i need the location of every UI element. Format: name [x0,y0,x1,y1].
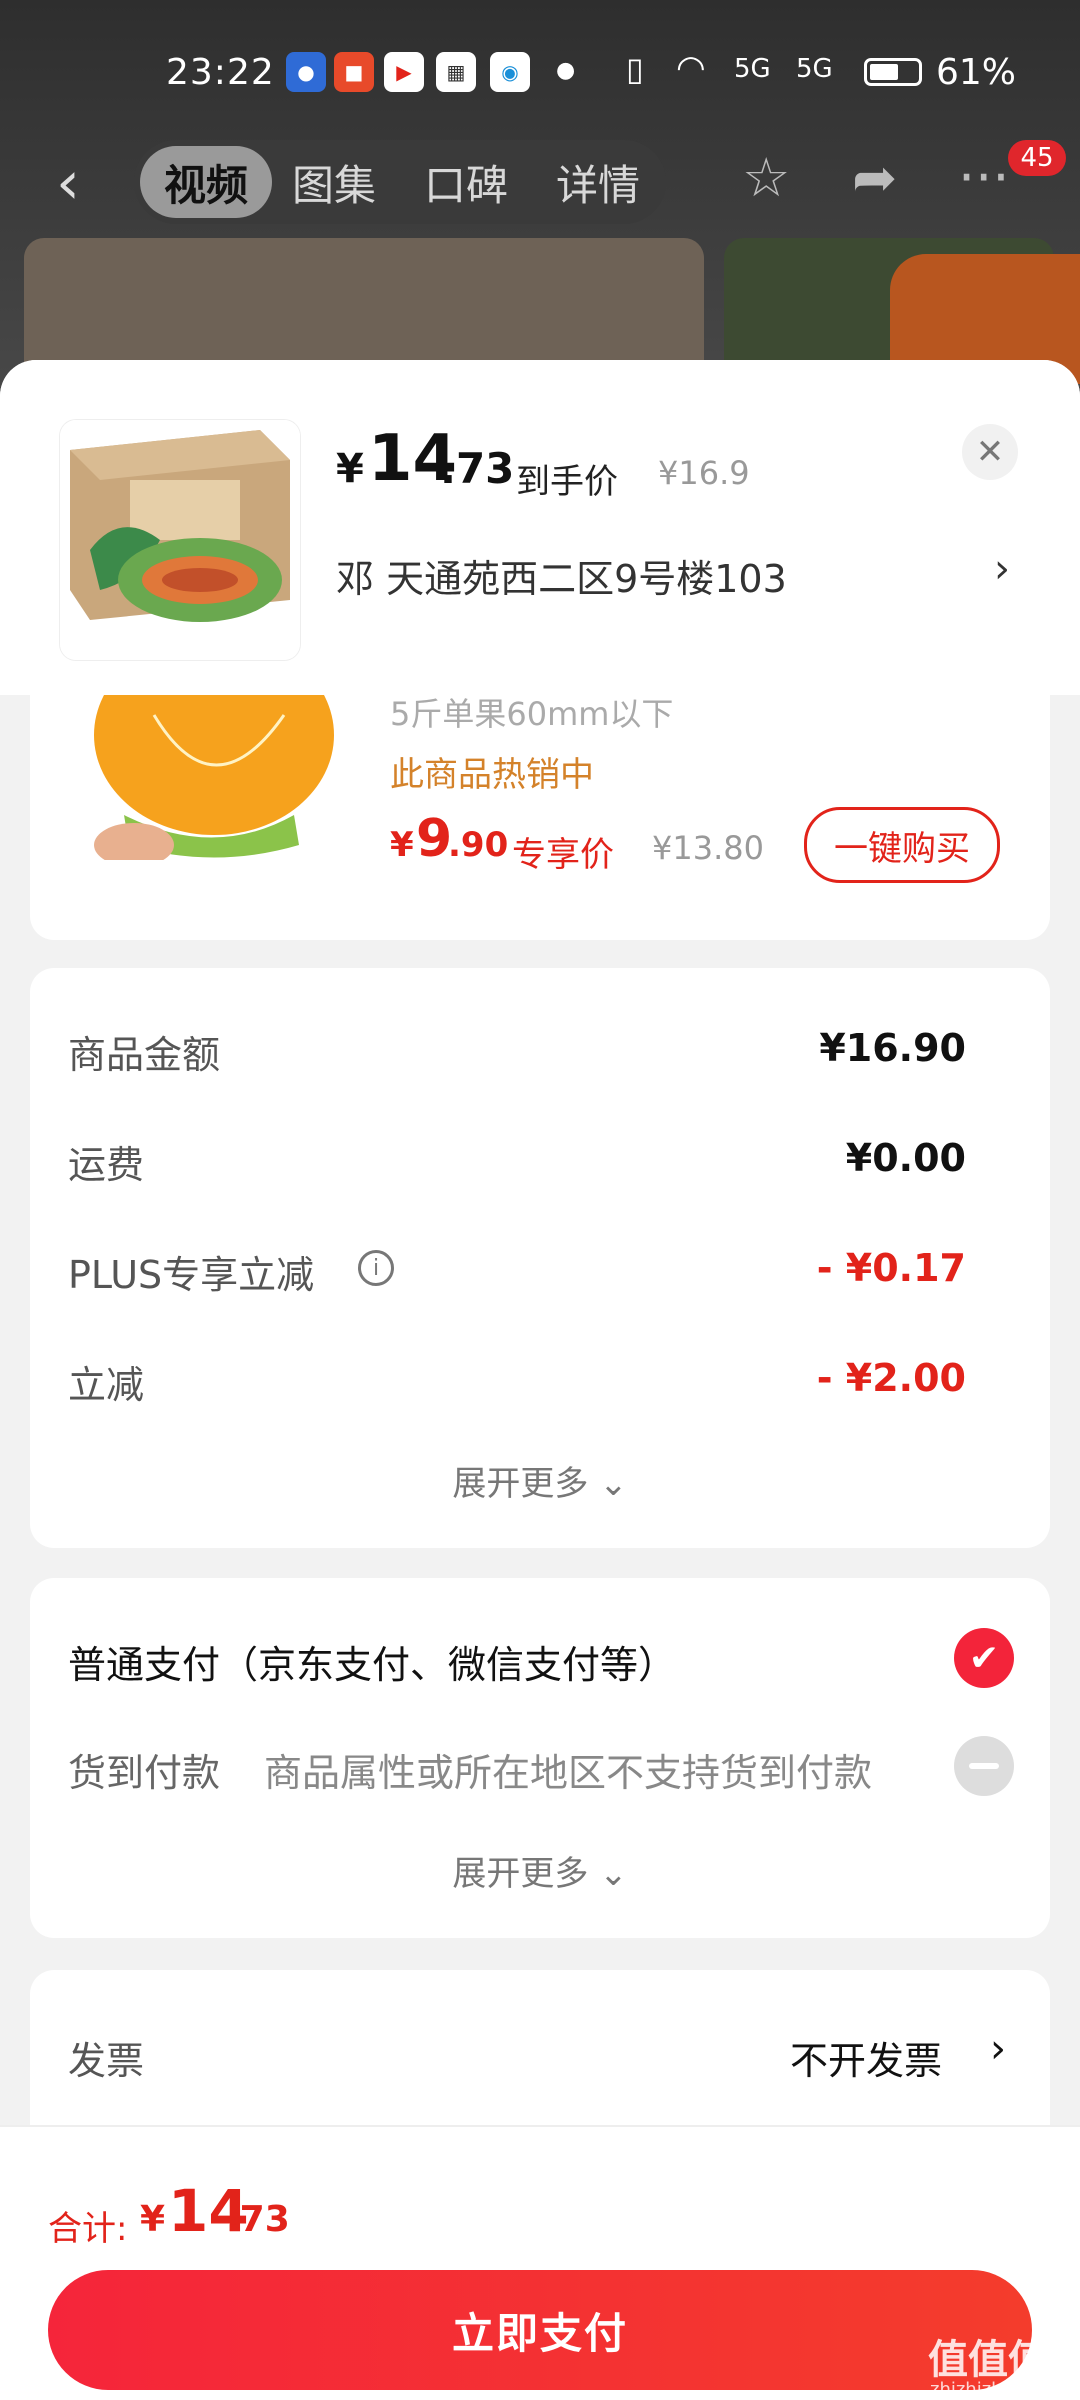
delivery-address[interactable]: 邓 天通苑西二区9号楼103 [336,548,787,603]
tab-details[interactable]: 详情 [556,140,640,224]
wifi-icon: ◠ [676,48,706,88]
expand-more-label: 展开更多 [452,1854,589,1894]
one-click-buy-button[interactable]: 一键购买 [804,807,1000,883]
plus-discount-label: PLUS专享立减 [68,1253,315,1297]
orange-product-image [84,695,354,860]
message-count-badge: 45 [1008,140,1066,176]
pay-now-button[interactable]: 立即支付 [48,2270,1032,2390]
rec-original-price: ¥13.80 [652,829,764,867]
product-spec-text: 5斤单果60mm以下 [390,695,674,733]
cod-unavailable-note: 商品属性或所在地区不支持货到付款 [264,1751,873,1795]
amount-summary-card: 商品金额 ¥16.90 运费 ¥0.00 PLUS专享立减 i - ¥0.17 … [30,968,1050,1548]
close-button[interactable]: ✕ [962,424,1018,480]
price-currency: ¥ [336,446,364,492]
share-icon[interactable]: ➦ [852,146,897,209]
vibrate-icon: ▯ [626,50,644,88]
total-currency: ¥ [140,2199,166,2240]
watermark-url: zhizhizhi.com [930,2379,1052,2400]
video-app-icon: ▶ [384,52,424,92]
status-time: 23:22 [166,52,275,93]
cod-payment-option: 货到付款 [68,1751,221,1795]
invoice-label: 发票 [68,2039,145,2083]
hot-sale-text: 此商品热销中 [390,755,594,795]
expand-more-payments[interactable]: 展开更多 ⌄ [30,1846,1050,1895]
expand-more-amounts[interactable]: 展开更多 ⌄ [30,1456,1050,1505]
watermark-logo: 值值值 [928,2337,1048,2383]
rec-price-currency: ¥ [390,825,414,865]
chevron-down-icon: ⌄ [599,1464,628,1504]
rec-price-dec: .90 [448,825,509,865]
plus-discount-value: - ¥0.17 [816,1246,966,1290]
payment-method-card: 普通支付（京东支付、微信支付等） ✔ 货到付款 商品属性或所在地区不支持货到付款… [30,1578,1050,1938]
price-decimal: .73 [440,444,515,493]
favorite-star-icon[interactable]: ☆ [742,146,790,209]
disabled-option-icon [954,1736,1014,1796]
product-thumbnail [60,420,300,660]
battery-percent: 61% [936,52,1017,93]
back-icon[interactable]: ‹ [56,148,80,218]
info-icon[interactable]: i [358,1250,394,1286]
signal-5g-1: 5G [734,54,771,84]
checkout-bottom-bar: 合计: ¥ 14 .73 立即支付 值值值 zhizhizhi.com [0,2125,1080,2400]
chevron-down-icon: ⌄ [599,1854,628,1894]
rec-price-int: 9 [416,809,453,869]
tab-gallery[interactable]: 图集 [292,140,376,224]
normal-payment-option[interactable]: 普通支付（京东支付、微信支付等） [68,1634,676,1689]
chevron-right-icon[interactable]: › [994,546,1010,592]
chevron-right-icon[interactable]: › [990,2026,1006,2072]
rec-price-label: 专享价 [512,835,614,875]
baidu-app-icon: ● [286,52,326,92]
instant-discount-value: - ¥2.00 [816,1356,966,1400]
more-notifications-dot: ● [556,58,576,83]
status-bar: 23:22 ● ■ ▶ ▦ ◉ ● ▯ ◠ 5G 5G 61% [0,0,1080,140]
battery-icon [864,58,922,86]
sheet-header: ¥ 14 .73 到手价 ¥16.9 ✕ 邓 天通苑西二区9号楼103 › [0,360,1080,695]
media-tabs: 视频 图集 口碑 详情 [134,140,666,224]
manman-app-icon: ■ [334,52,374,92]
signal-5g-2: 5G [796,54,833,84]
checkout-sheet: 5斤单果60mm以下 此商品热销中 ¥ 9 .90 专享价 ¥13.80 一键购… [0,360,1080,2400]
selected-check-icon[interactable]: ✔ [954,1628,1014,1688]
instant-discount-label: 立减 [68,1363,145,1407]
invoice-value[interactable]: 不开发票 [790,2030,942,2085]
tab-video[interactable]: 视频 [140,146,273,218]
tab-reviews[interactable]: 口碑 [424,140,508,224]
shipping-value: ¥0.00 [845,1136,966,1180]
total-label: 合计: [48,2209,128,2249]
original-price: ¥16.9 [658,454,750,492]
close-icon: ✕ [975,432,1005,472]
goods-amount-value: ¥16.90 [819,1026,966,1070]
final-price-label: 到手价 [516,462,618,502]
more-icon[interactable]: ··· [958,146,1010,209]
goods-amount-label: 商品金额 [68,1033,221,1077]
search-app-icon: ◉ [490,52,530,92]
expand-more-label: 展开更多 [452,1464,589,1504]
reading-app-icon: ▦ [436,52,476,92]
total-decimal: .73 [226,2199,290,2240]
recommend-card: 5斤单果60mm以下 此商品热销中 ¥ 9 .90 专享价 ¥13.80 一键购… [30,695,1050,940]
shipping-label: 运费 [68,1143,145,1187]
